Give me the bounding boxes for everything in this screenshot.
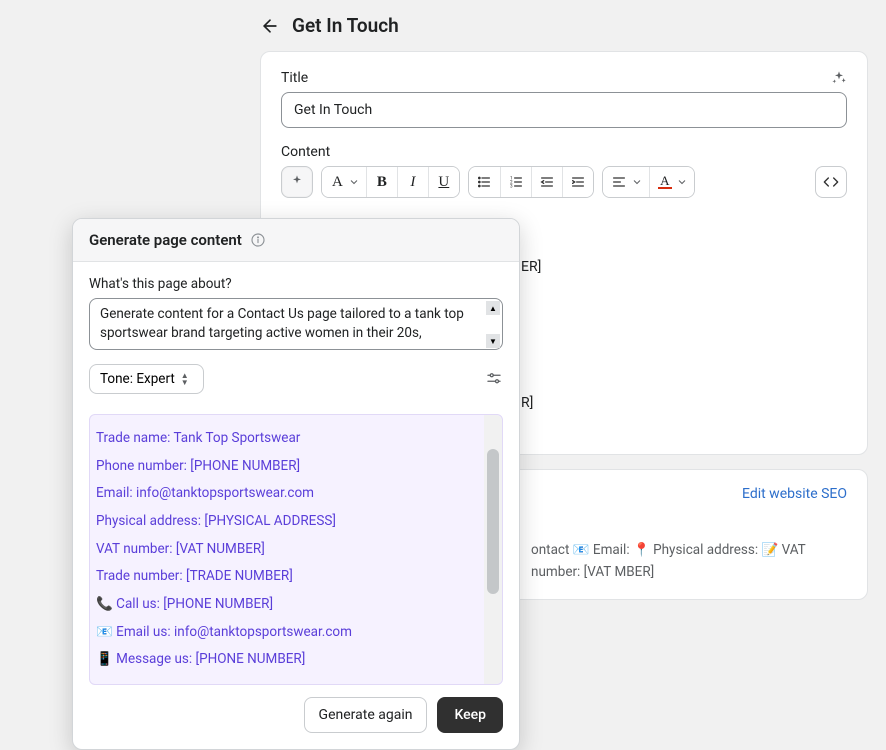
svg-text:3: 3 — [510, 183, 513, 189]
bold-button[interactable]: B — [366, 167, 397, 197]
tone-label: Tone: Expert — [100, 371, 175, 387]
generated-line: Trade name: Tank Top Sportswear — [96, 425, 480, 453]
underline-button[interactable]: U — [428, 167, 459, 197]
title-field-label: Title — [281, 70, 308, 86]
generated-line: Physical address: [PHYSICAL ADDRESS] — [96, 508, 480, 536]
bulleted-list-button[interactable] — [469, 167, 500, 197]
numbered-list-button[interactable]: 123 — [500, 167, 531, 197]
indent-button[interactable] — [562, 167, 593, 197]
sort-chevrons-icon: ▲▼ — [181, 372, 193, 386]
paragraph-style-button[interactable]: A — [322, 167, 366, 197]
generated-line: Trade number: [TRADE NUMBER] — [96, 563, 480, 591]
generate-content-modal: Generate page content What's this page a… — [72, 218, 520, 750]
info-icon[interactable] — [250, 232, 266, 248]
scrollbar-thumb[interactable] — [487, 449, 499, 594]
edit-seo-link[interactable]: Edit website SEO — [742, 486, 847, 502]
prompt-label: What's this page about? — [89, 276, 503, 292]
generated-output: Trade name: Tank Top Sportswear Phone nu… — [89, 414, 503, 685]
generated-scrollbar[interactable] — [484, 415, 502, 684]
italic-button[interactable]: I — [397, 167, 428, 197]
page-title: Get In Touch — [292, 14, 399, 37]
prompt-textarea[interactable] — [89, 298, 503, 350]
html-code-button[interactable] — [815, 166, 847, 198]
generated-line: 📞 Call us: [PHONE NUMBER] — [96, 591, 480, 619]
text-color-button[interactable]: A — [649, 167, 694, 197]
rte-sparkle-button[interactable] — [281, 166, 313, 198]
content-field-label: Content — [281, 144, 330, 160]
textarea-scroll-down[interactable]: ▼ — [486, 334, 500, 348]
generated-line: 📱 Message us: [PHONE NUMBER] — [96, 646, 480, 674]
align-button[interactable] — [603, 167, 649, 197]
generated-line: Email: info@tanktopsportswear.com — [96, 480, 480, 508]
rte-toolbar: A B I U 123 — [281, 166, 847, 198]
tone-select[interactable]: Tone: Expert ▲▼ — [89, 364, 204, 394]
textarea-scroll-up[interactable]: ▲ — [486, 301, 500, 315]
settings-sliders-icon[interactable] — [485, 370, 503, 388]
outdent-button[interactable] — [531, 167, 562, 197]
keep-button[interactable]: Keep — [437, 697, 503, 733]
content-fragment: R] — [521, 392, 533, 416]
title-input[interactable] — [281, 92, 847, 128]
generated-line: Phone number: [PHONE NUMBER] — [96, 453, 480, 481]
generated-line: 📧 Email us: info@tanktopsportswear.com — [96, 619, 480, 647]
content-fragment: ER] — [521, 256, 541, 280]
modal-title: Generate page content — [89, 231, 242, 249]
back-arrow-icon[interactable] — [260, 16, 280, 36]
sparkle-icon[interactable] — [831, 70, 847, 86]
generated-line: VAT number: [VAT NUMBER] — [96, 536, 480, 564]
generate-again-button[interactable]: Generate again — [304, 697, 428, 733]
